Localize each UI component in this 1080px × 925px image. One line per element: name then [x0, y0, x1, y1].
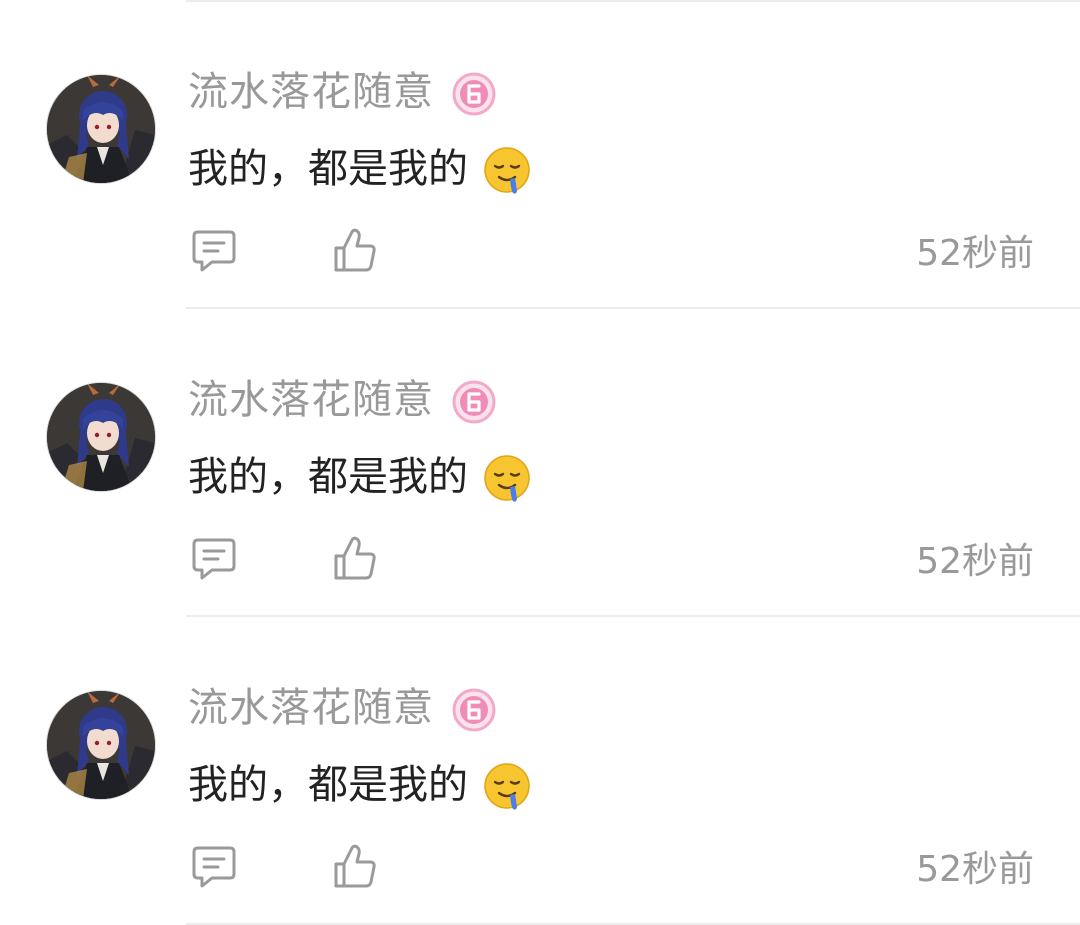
- thumbs-up-icon[interactable]: [330, 226, 380, 276]
- comment-time: 52秒前: [916, 233, 1034, 274]
- drooling-face-emoji: [482, 454, 532, 504]
- comment-item: 流水落花随意 我的，都是我的 52秒前: [0, 616, 1080, 925]
- username[interactable]: 流水落花随意: [188, 684, 434, 732]
- drooling-face-emoji: [482, 146, 532, 196]
- comment-item: 流水落花随意 我的，都是我的 52秒前: [0, 0, 1080, 309]
- comment-text: 我的，都是我的: [188, 454, 468, 500]
- comment-text: 我的，都是我的: [188, 762, 468, 808]
- username[interactable]: 流水落花随意: [188, 68, 434, 116]
- user-level-badge-icon: [452, 380, 496, 424]
- comment-item: 流水落花随意 我的，都是我的 52秒前: [0, 308, 1080, 617]
- user-level-badge-icon: [452, 72, 496, 116]
- user-level-badge-icon: [452, 688, 496, 732]
- thumbs-up-icon[interactable]: [330, 842, 380, 892]
- comment-reply-icon[interactable]: [190, 844, 238, 890]
- thumbs-up-icon[interactable]: [330, 534, 380, 584]
- username[interactable]: 流水落花随意: [188, 376, 434, 424]
- avatar[interactable]: [46, 74, 156, 184]
- avatar[interactable]: [46, 382, 156, 492]
- comment-time: 52秒前: [916, 849, 1034, 890]
- avatar[interactable]: [46, 690, 156, 800]
- comment-reply-icon[interactable]: [190, 536, 238, 582]
- comment-text: 我的，都是我的: [188, 146, 468, 192]
- comment-time: 52秒前: [916, 541, 1034, 582]
- comment-reply-icon[interactable]: [190, 228, 238, 274]
- drooling-face-emoji: [482, 762, 532, 812]
